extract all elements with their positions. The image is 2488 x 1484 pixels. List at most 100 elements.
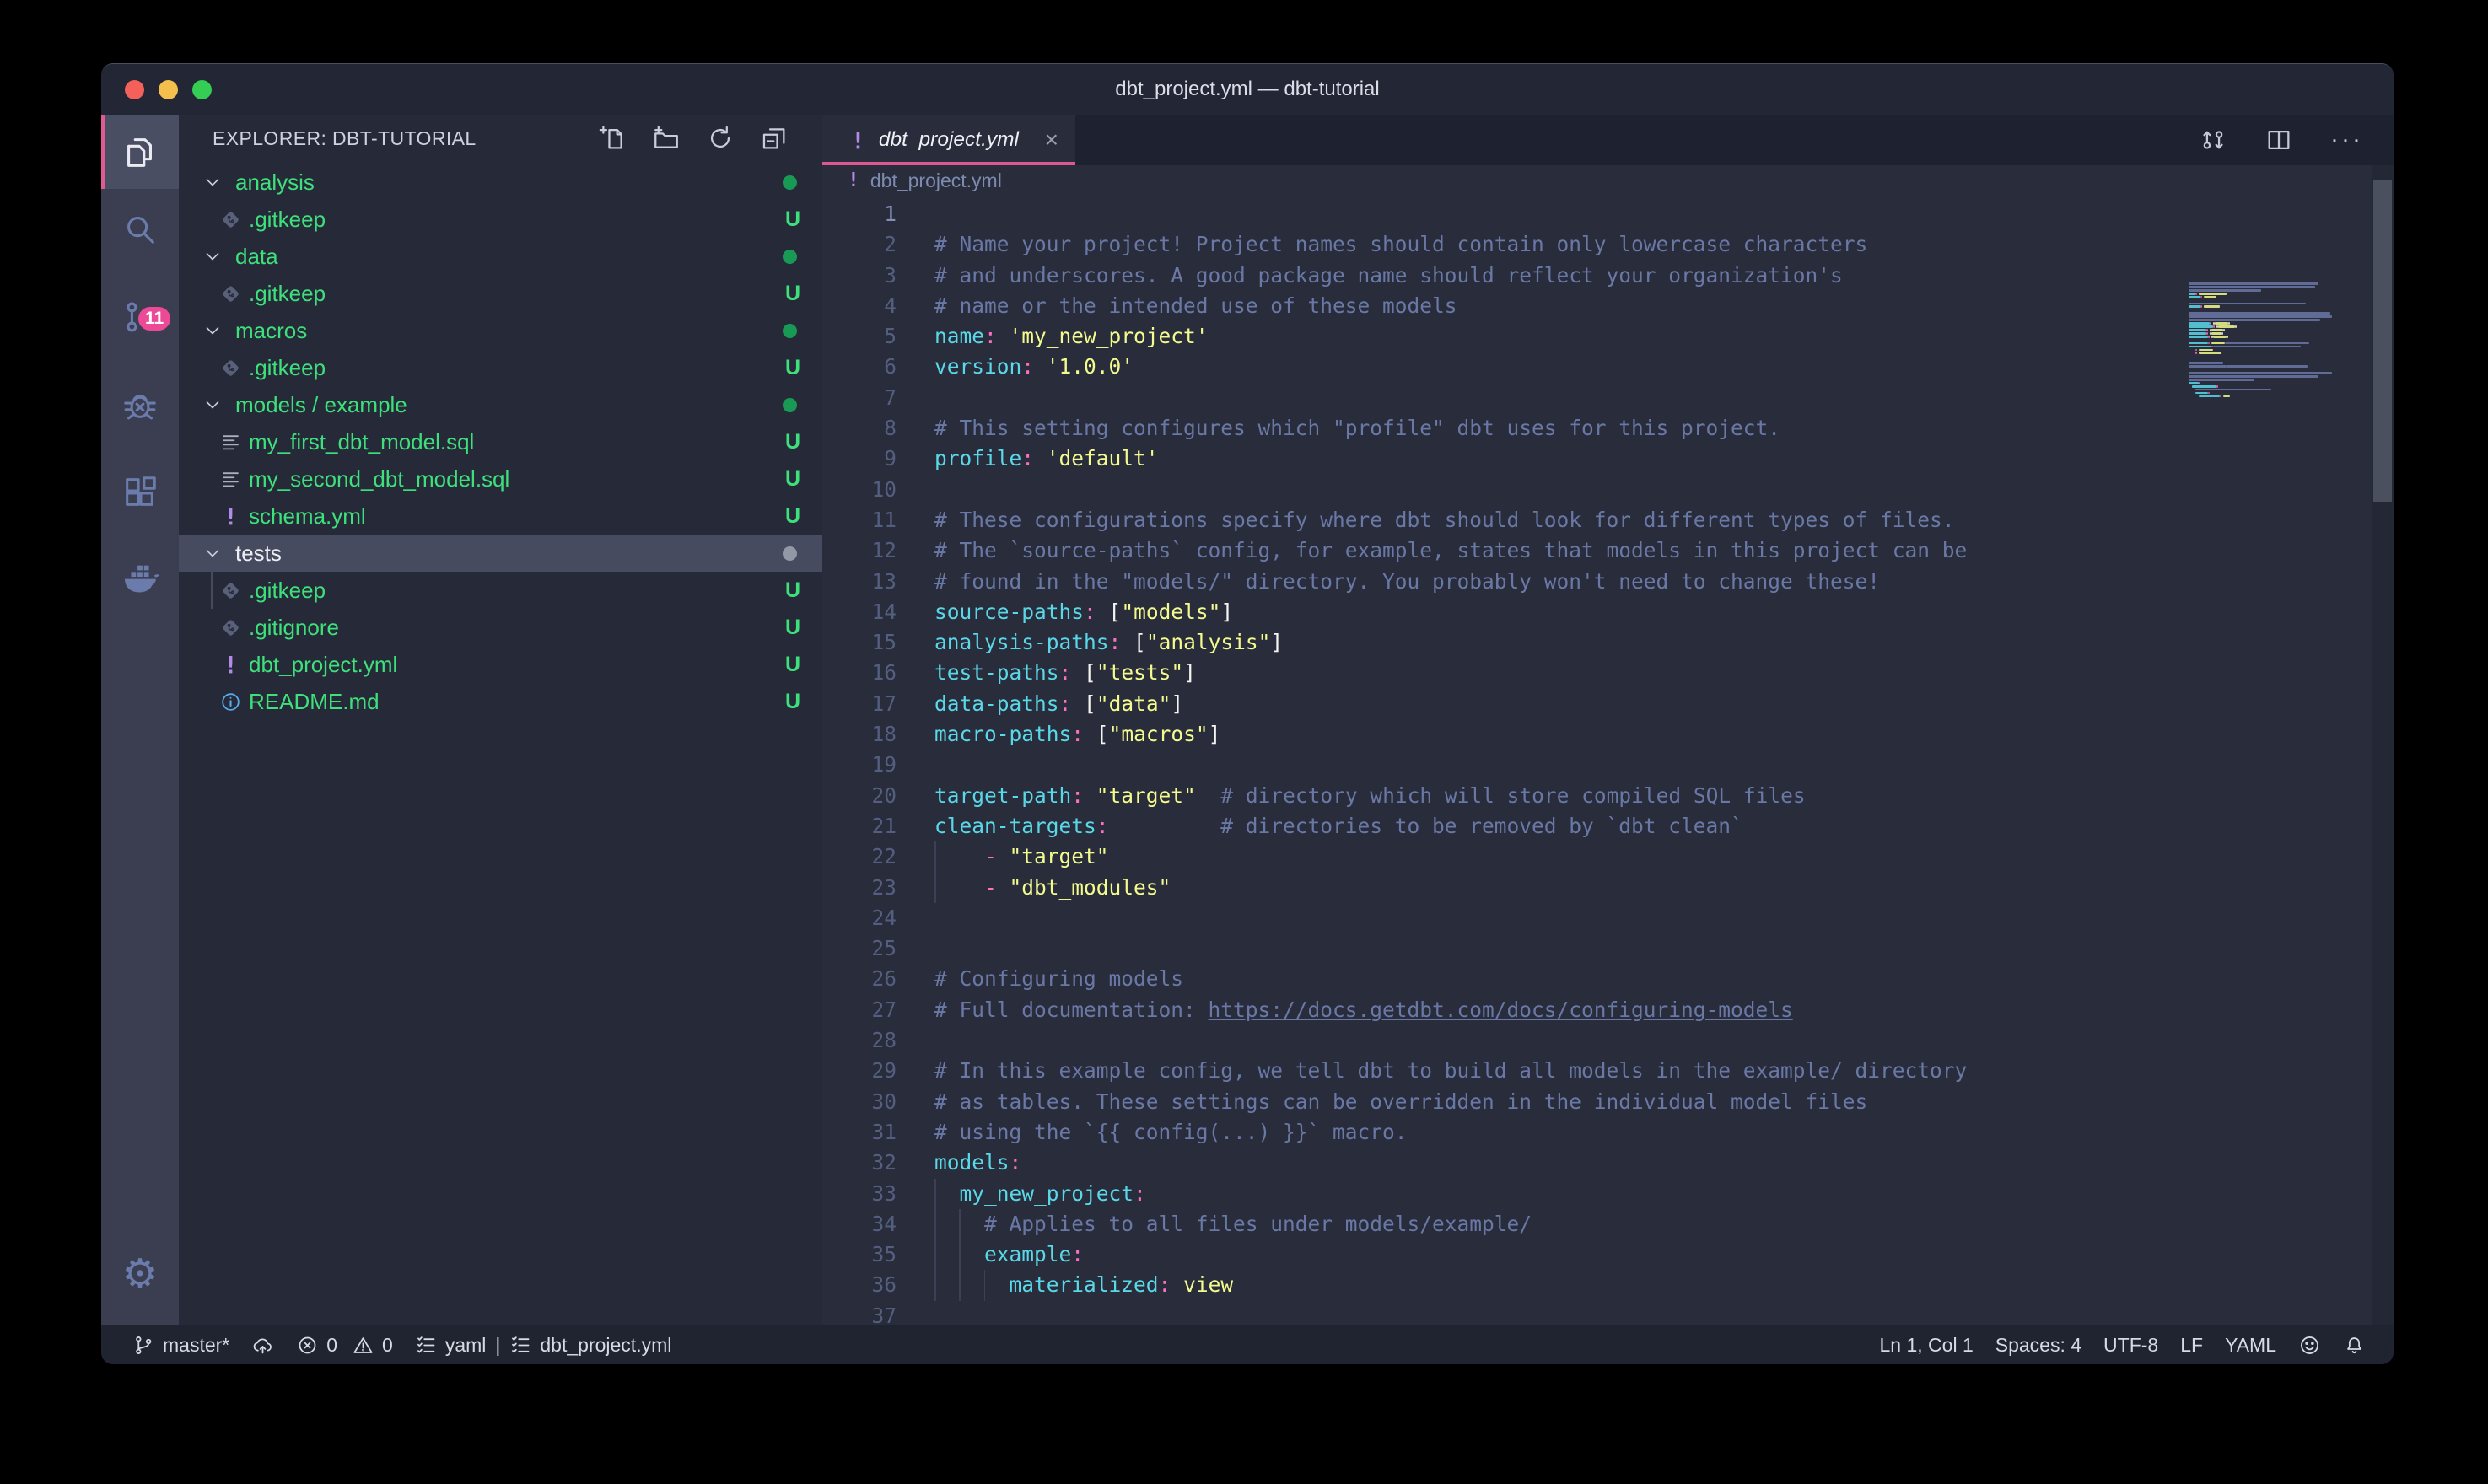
cursor-position-status[interactable]: Ln 1, Col 1 <box>1869 1325 1984 1364</box>
tree-item-readme-md[interactable]: README.mdU <box>179 683 822 720</box>
tree-item-dbt-project-yml[interactable]: !dbt_project.ymlU <box>179 646 822 683</box>
code-line[interactable]: my_new_project: <box>934 1179 1967 1209</box>
code-line[interactable]: analysis-paths: ["analysis"] <box>934 627 1967 658</box>
tree-item-data[interactable]: data <box>179 238 822 275</box>
minimap[interactable] <box>2189 277 2367 1325</box>
code-line[interactable]: models: <box>934 1148 1967 1178</box>
notifications-button[interactable] <box>2332 1325 2377 1364</box>
minimap-line <box>2189 372 2332 374</box>
breadcrumb-file[interactable]: dbt_project.yml <box>870 169 1002 192</box>
code-line[interactable]: # as tables. These settings can be overr… <box>934 1087 1967 1117</box>
code-line[interactable]: version: '1.0.0' <box>934 352 1967 382</box>
eol-status[interactable]: LF <box>2169 1325 2214 1364</box>
feedback-button[interactable] <box>2287 1325 2332 1364</box>
code-line[interactable]: # Full documentation: https://docs.getdb… <box>934 995 1967 1025</box>
search-activity-button[interactable] <box>101 192 179 266</box>
code-lines[interactable]: # Name your project! Project names shoul… <box>934 199 1967 1325</box>
line-number: 5 <box>822 321 897 352</box>
code-line[interactable]: # This setting configures which "profile… <box>934 413 1967 444</box>
code-line[interactable]: test-paths: ["tests"] <box>934 658 1967 688</box>
code-line[interactable]: # These configurations specify where dbt… <box>934 505 1967 535</box>
close-tab-icon[interactable]: × <box>1045 128 1058 152</box>
code-line[interactable]: - "target" <box>934 841 1967 872</box>
open-changes-icon[interactable] <box>2199 126 2227 154</box>
tab-dbt-project-yml[interactable]: ! dbt_project.yml × <box>822 115 1075 165</box>
code-line[interactable]: # and underscores. A good package name s… <box>934 261 1967 291</box>
code-line[interactable]: # In this example config, we tell dbt to… <box>934 1056 1967 1086</box>
code-line[interactable]: macro-paths: ["macros"] <box>934 719 1967 750</box>
code-line[interactable]: # name or the intended use of these mode… <box>934 291 1967 321</box>
tree-item-my-second-dbt-model-sql[interactable]: my_second_dbt_model.sqlU <box>179 460 822 497</box>
code-line[interactable]: - "dbt_modules" <box>934 873 1967 903</box>
code-line[interactable]: # Configuring models <box>934 964 1967 994</box>
code-line[interactable]: materialized: view <box>934 1270 1967 1300</box>
tree-item-label: .gitignore <box>249 615 339 641</box>
refresh-icon[interactable] <box>706 124 735 153</box>
new-folder-icon[interactable] <box>652 124 681 153</box>
code-line[interactable] <box>934 199 1967 229</box>
code-line[interactable]: profile: 'default' <box>934 444 1967 474</box>
code-line[interactable] <box>934 1301 1967 1325</box>
tree-item-gitkeep[interactable]: .gitkeepU <box>179 201 822 238</box>
code-line[interactable] <box>934 750 1967 780</box>
tree-item-tests[interactable]: tests <box>179 535 822 572</box>
code-editor[interactable]: 1234567891011121314151617181920212223242… <box>822 196 2372 1325</box>
code-line[interactable]: # found in the "models/" directory. You … <box>934 567 1967 597</box>
tree-item-macros[interactable]: macros <box>179 312 822 349</box>
code-line[interactable]: name: 'my_new_project' <box>934 321 1967 352</box>
scrollbar-thumb[interactable] <box>2373 180 2392 502</box>
encoding-status[interactable]: UTF-8 <box>2092 1325 2169 1364</box>
language-mode-status[interactable]: YAML <box>2214 1325 2287 1364</box>
line-number: 27 <box>822 995 897 1025</box>
explorer-activity-button[interactable] <box>101 115 179 189</box>
tree-item-schema-yml[interactable]: !schema.ymlU <box>179 497 822 535</box>
maximize-window-button[interactable] <box>192 80 212 99</box>
tree-item-gitkeep[interactable]: .gitkeepU <box>179 275 822 312</box>
tree-item-models-example[interactable]: models / example <box>179 386 822 423</box>
code-line[interactable]: data-paths: ["data"] <box>934 689 1967 719</box>
line-number: 37 <box>822 1301 897 1325</box>
collapse-all-icon[interactable] <box>760 124 789 153</box>
tree-item-analysis[interactable]: analysis <box>179 164 822 201</box>
minimize-window-button[interactable] <box>159 80 178 99</box>
problems-status[interactable]: 0 0 <box>285 1325 404 1364</box>
minimap-line <box>2189 325 2213 328</box>
extensions-activity-button[interactable] <box>101 455 179 530</box>
code-line[interactable]: # using the `{{ config(...) }}` macro. <box>934 1117 1967 1148</box>
indentation-status[interactable]: Spaces: 4 <box>1984 1325 2092 1364</box>
code-line[interactable] <box>934 383 1967 413</box>
tree-item-my-first-dbt-model-sql[interactable]: my_first_dbt_model.sqlU <box>179 423 822 460</box>
code-line[interactable]: target-path: "target" # directory which … <box>934 781 1967 811</box>
source-control-activity-button[interactable]: 11 <box>101 280 179 354</box>
code-line[interactable]: # Name your project! Project names shoul… <box>934 229 1967 260</box>
tree-item-gitkeep[interactable]: .gitkeepU <box>179 572 822 609</box>
new-file-icon[interactable] <box>598 124 627 153</box>
minimap-line <box>2189 315 2332 318</box>
tree-item-gitkeep[interactable]: .gitkeepU <box>179 349 822 386</box>
settings-gear-button[interactable]: ⚙ <box>101 1237 179 1311</box>
code-line[interactable] <box>934 903 1967 933</box>
split-editor-icon[interactable] <box>2265 126 2293 154</box>
debug-activity-button[interactable] <box>101 368 179 442</box>
linter-status[interactable]: yaml | dbt_project.yml <box>404 1325 683 1364</box>
code-line[interactable] <box>934 475 1967 505</box>
close-window-button[interactable] <box>125 80 144 99</box>
more-actions-icon[interactable]: ··· <box>2330 126 2363 154</box>
git-branch-status[interactable]: master* <box>121 1325 240 1364</box>
code-line[interactable]: example: <box>934 1239 1967 1270</box>
code-line[interactable]: # Applies to all files under models/exam… <box>934 1209 1967 1239</box>
code-line[interactable]: source-paths: ["models"] <box>934 597 1967 627</box>
code-line[interactable]: # The `source-paths` config, for example… <box>934 535 1967 566</box>
git-file-icon <box>219 282 242 305</box>
tree-item-label: .gitkeep <box>249 207 326 233</box>
line-number: 23 <box>822 873 897 903</box>
sync-changes-button[interactable] <box>240 1325 285 1364</box>
breadcrumb[interactable]: ! dbt_project.yml <box>822 165 2372 196</box>
editor-scrollbar[interactable] <box>2372 165 2394 1325</box>
tree-item-gitignore[interactable]: .gitignoreU <box>179 609 822 646</box>
code-line[interactable] <box>934 1025 1967 1056</box>
code-line[interactable]: clean-targets: # directories to be remov… <box>934 811 1967 841</box>
docker-activity-button[interactable] <box>101 541 179 616</box>
line-number: 25 <box>822 933 897 964</box>
code-line[interactable] <box>934 933 1967 964</box>
